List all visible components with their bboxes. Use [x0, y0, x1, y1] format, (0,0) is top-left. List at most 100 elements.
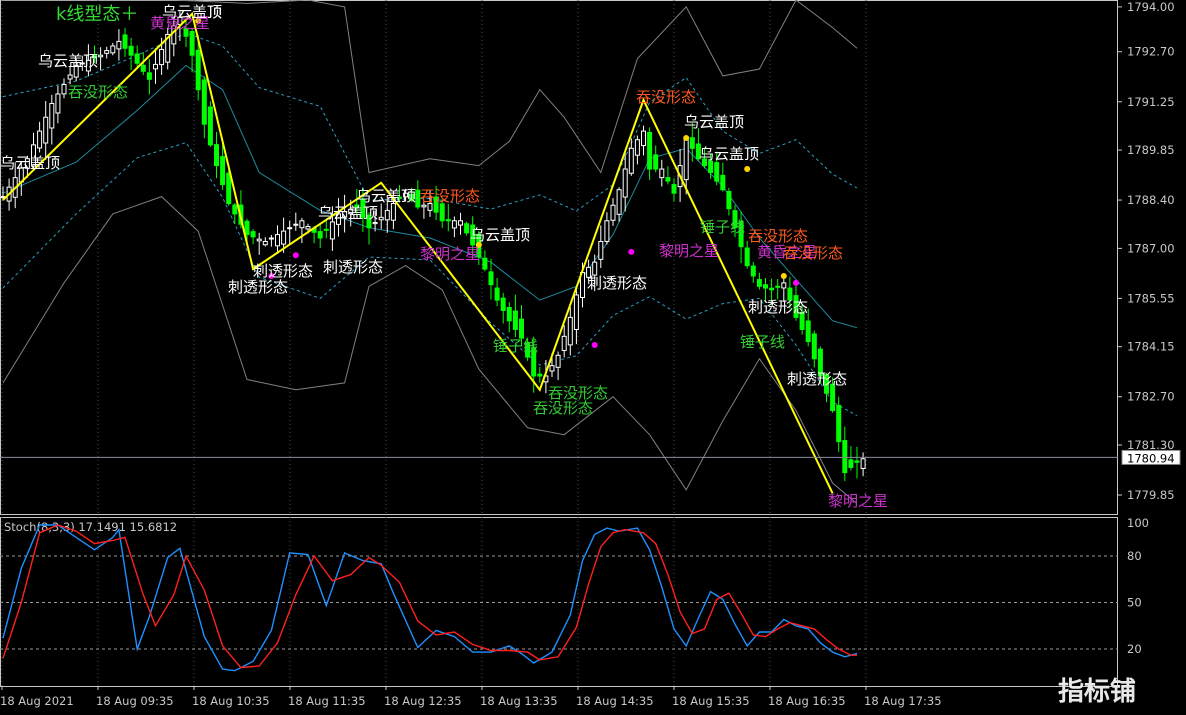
signal-dot-magenta	[292, 252, 299, 259]
candle-body	[293, 223, 299, 226]
candle-body	[549, 365, 555, 372]
stoch-signal-line	[2, 524, 857, 669]
price-tick-label: 1784.15	[1127, 340, 1175, 354]
candle-body	[232, 204, 238, 215]
candle-body	[781, 282, 787, 289]
candle-body	[439, 203, 445, 222]
candle-body	[689, 137, 695, 149]
candle-body	[500, 297, 506, 311]
time-tick-label: 18 Aug 12:35	[384, 694, 462, 708]
pattern-label: 刺透形态	[748, 298, 808, 316]
candle-body	[195, 49, 201, 91]
candle-body	[43, 116, 49, 144]
pattern-label: 锤子线	[700, 218, 745, 236]
pattern-label: 吞没形态	[533, 399, 593, 417]
candle-body	[134, 53, 140, 64]
candle-body	[122, 34, 128, 49]
signal-dot-yellow	[780, 272, 787, 279]
time-tick-label: 18 Aug 17:35	[864, 694, 942, 708]
candle-body	[55, 93, 61, 114]
pattern-label: 刺透形态	[587, 274, 647, 292]
time-tick-label: 18 Aug 10:35	[192, 694, 270, 708]
candle-body	[250, 231, 256, 238]
candle-body	[104, 50, 110, 54]
candle-body	[372, 222, 378, 225]
signal-dot-yellow	[683, 134, 690, 141]
candle-body	[110, 45, 116, 54]
candle-body	[769, 287, 775, 291]
candle-body	[811, 333, 817, 360]
price-tick-label: 1782.70	[1127, 390, 1175, 404]
candle-body	[262, 240, 268, 246]
candle-body	[268, 237, 274, 240]
candle-body	[189, 31, 195, 56]
candle-body	[226, 172, 232, 205]
candle-body	[750, 265, 756, 277]
candle-body	[317, 231, 323, 239]
candle-body	[281, 230, 287, 245]
pattern-label: 乌云盖顶	[318, 204, 378, 222]
time-tick-label: 18 Aug 11:35	[288, 694, 366, 708]
candle-body	[598, 240, 604, 260]
candle-body	[49, 102, 55, 129]
price-tick-label: 1781.30	[1127, 438, 1175, 452]
candle-body	[214, 144, 219, 167]
candle-body	[573, 294, 579, 331]
candle-body	[451, 220, 457, 229]
signal-dot-magenta	[793, 279, 799, 286]
candle-body	[610, 204, 616, 221]
price-tick-label: 1785.55	[1127, 291, 1175, 305]
candle-body	[836, 404, 842, 443]
candle-body	[153, 63, 158, 70]
pattern-label: 吞没形态	[68, 83, 128, 101]
price-tick-label: 1791.25	[1127, 95, 1175, 109]
candle-body	[61, 84, 67, 95]
candle-body	[37, 130, 43, 149]
candle-body	[720, 174, 726, 191]
price-panel-frame	[0, 0, 1118, 515]
stoch-level-label: 100	[1127, 516, 1149, 530]
candle-body	[537, 373, 543, 377]
price-tick-label: 1788.40	[1127, 193, 1175, 207]
pattern-label: 刺透形态	[323, 258, 383, 276]
candle-body	[683, 137, 689, 181]
candle-body	[305, 226, 311, 230]
pattern-label: 黎明之星	[828, 492, 888, 510]
time-tick-label: 18 Aug 15:35	[672, 694, 750, 708]
price-tick-label: 1792.70	[1127, 45, 1175, 59]
candle-body	[390, 203, 396, 221]
candle-body	[647, 131, 653, 170]
indicator-title-suffix: 顶	[207, 3, 222, 21]
pattern-label: 吞没形态	[783, 244, 843, 262]
candle-body	[506, 307, 512, 322]
candle-body	[665, 177, 671, 182]
candle-body	[775, 285, 781, 288]
candle-body	[756, 279, 762, 287]
pattern-label: 乌云盖顶	[684, 113, 744, 131]
candle-body	[220, 156, 226, 186]
candle-body	[464, 223, 470, 234]
candle-body	[512, 310, 518, 330]
candle-body	[146, 72, 152, 80]
candle-body	[256, 238, 262, 242]
candle-body	[842, 440, 848, 474]
candle-body	[384, 209, 390, 221]
candle-body	[98, 54, 104, 58]
pattern-label: 锤子线	[740, 333, 785, 351]
candle-body	[653, 154, 659, 170]
candle-body	[714, 162, 720, 182]
candle-body	[604, 220, 610, 242]
candle-body	[567, 316, 573, 346]
candle-body	[848, 459, 854, 468]
candle-body	[140, 64, 146, 72]
candle-body	[628, 147, 634, 174]
candle-body	[445, 219, 451, 222]
candle-body	[244, 220, 250, 236]
pattern-label: 乌云盖顶	[356, 187, 416, 205]
stoch-level-label: 50	[1127, 596, 1142, 610]
stoch-level-label: 80	[1127, 549, 1142, 563]
time-tick-label: 18 Aug 14:35	[576, 694, 654, 708]
pattern-label: 刺透形态	[253, 262, 313, 280]
pattern-label: 乌云盖顶	[38, 52, 98, 70]
signal-dot-yellow	[744, 166, 751, 173]
